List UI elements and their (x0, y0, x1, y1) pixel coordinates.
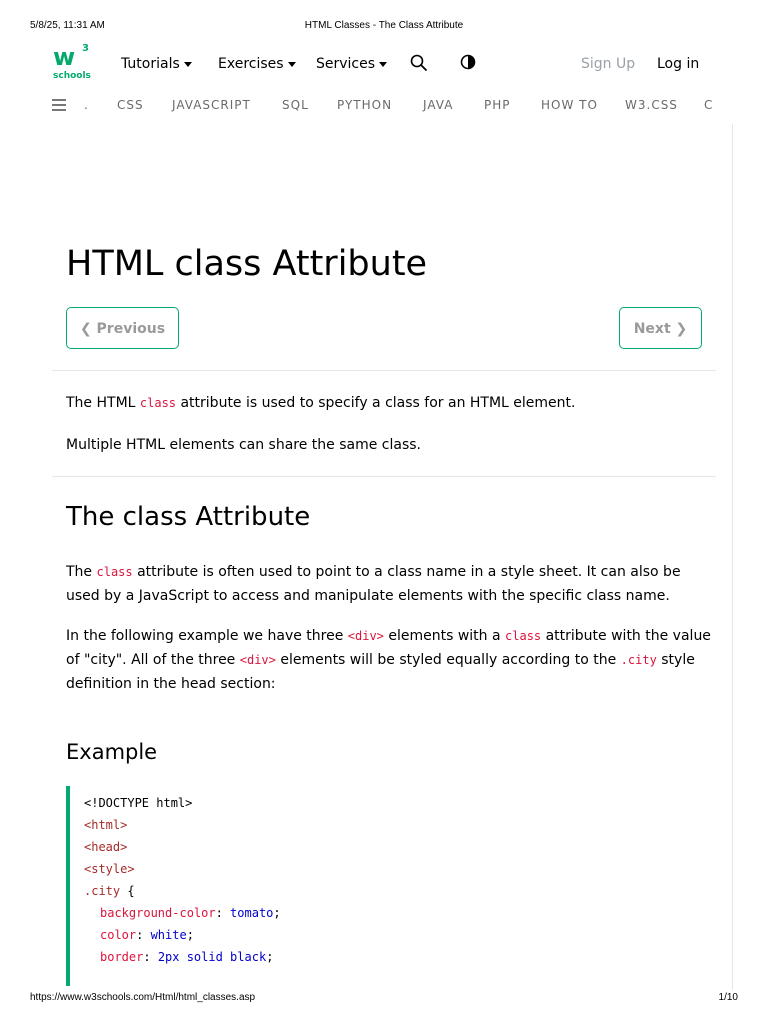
subnav-item-php[interactable]: PHP (484, 98, 511, 112)
search-icon[interactable] (410, 54, 428, 72)
services-label: Services (316, 56, 376, 72)
subnav-item-javascript[interactable]: JAVASCRIPT (172, 98, 251, 112)
subnav-item-java[interactable]: JAVA (423, 98, 453, 112)
code-value: tomato (230, 906, 274, 920)
intro-paragraph-1: The HTML class attribute is used to spec… (66, 391, 716, 415)
print-page-number: 1/10 (718, 992, 738, 1003)
services-menu[interactable]: Services (316, 56, 388, 72)
tutorials-label: Tutorials (121, 56, 180, 72)
text: attribute is used to specify a class for… (176, 395, 576, 411)
code-semicolon: ; (186, 928, 194, 942)
next-button[interactable]: Next ❯ (619, 307, 702, 349)
print-footer: https://www.w3schools.com/Html/html_clas… (0, 992, 768, 1006)
w3schools-logo[interactable]: w 3 schools (52, 42, 92, 82)
previous-button[interactable]: ❮ Previous (66, 307, 179, 349)
divider (52, 476, 716, 477)
log-in-link[interactable]: Log in (657, 56, 699, 72)
inline-code: class (139, 396, 177, 410)
subnav-item-w3css[interactable]: W3.CSS (625, 98, 678, 112)
code-colon: : (215, 906, 231, 920)
code-line: .city { (84, 884, 135, 898)
text: The HTML (66, 395, 140, 411)
logo-sub: schools (53, 71, 91, 81)
subnav-item-sql[interactable]: SQL (282, 98, 309, 112)
subnav-item-css[interactable]: CSS (117, 98, 144, 112)
code-value: white (150, 928, 187, 942)
hamburger-menu-icon[interactable] (52, 99, 66, 114)
logo-mark: w (53, 43, 75, 71)
code-line: <html> (84, 818, 128, 832)
inline-code: <div> (239, 653, 276, 667)
inline-code: .city (620, 653, 657, 667)
dark-mode-toggle-icon[interactable] (460, 54, 476, 70)
text: In the following example we have three (66, 628, 348, 644)
text: The (66, 564, 97, 580)
code-line: <!DOCTYPE html> (84, 796, 193, 810)
subnav-item[interactable]: . (84, 98, 89, 112)
code-selector: .city (84, 884, 121, 898)
code-line: border: 2px solid black; (100, 950, 273, 964)
code-example: <!DOCTYPE html> <html> <head> <style> .c… (66, 786, 716, 986)
code-semicolon: ; (273, 906, 281, 920)
logo-sup: 3 (82, 43, 89, 54)
code-brace: { (120, 884, 135, 898)
print-url: https://www.w3schools.com/Html/html_clas… (30, 992, 256, 1003)
code-semicolon: ; (266, 950, 274, 964)
tutorials-menu[interactable]: Tutorials (121, 56, 192, 72)
code-value: 2px solid black (157, 950, 267, 964)
divider (52, 370, 716, 371)
code-line: background-color: tomato; (100, 906, 281, 920)
subnav-item-c[interactable]: C (704, 98, 713, 112)
subnav-item-how-to[interactable]: HOW TO (541, 98, 598, 112)
code-property: background-color (100, 906, 216, 920)
code-colon: : (143, 950, 158, 964)
text: elements with a (383, 628, 506, 644)
section-paragraph-2: In the following example we have three <… (66, 624, 716, 696)
text: attribute is often used to point to a cl… (66, 564, 681, 604)
print-doc-title: HTML Classes - The Class Attribute (304, 20, 464, 31)
inline-code: class (96, 565, 133, 579)
section-paragraph-1: The class attribute is often used to poi… (66, 560, 716, 608)
page-title: HTML class Attribute (66, 244, 428, 284)
print-header: 5/8/25, 11:31 AM HTML Classes - The Clas… (0, 20, 768, 34)
section-heading: The class Attribute (66, 502, 311, 532)
example-heading: Example (66, 740, 158, 764)
code-line: <head> (84, 840, 128, 854)
sign-up-link[interactable]: Sign Up (581, 56, 635, 72)
exercises-menu[interactable]: Exercises (218, 56, 296, 72)
caret-down-icon (379, 61, 388, 67)
code-property: color (100, 928, 137, 942)
inline-code: <div> (347, 629, 384, 643)
text: elements will be styled equally accordin… (275, 652, 621, 668)
code-property: border (100, 950, 144, 964)
caret-down-icon (183, 61, 192, 67)
page-right-border (732, 124, 733, 990)
code-line: <style> (84, 862, 135, 876)
inline-code: class (505, 629, 542, 643)
code-colon: : (136, 928, 151, 942)
exercises-label: Exercises (218, 56, 284, 72)
intro-paragraph-2: Multiple HTML elements can share the sam… (66, 437, 422, 453)
code-line: color: white; (100, 928, 194, 942)
subnav-item-python[interactable]: PYTHON (337, 98, 392, 112)
caret-down-icon (287, 61, 296, 67)
